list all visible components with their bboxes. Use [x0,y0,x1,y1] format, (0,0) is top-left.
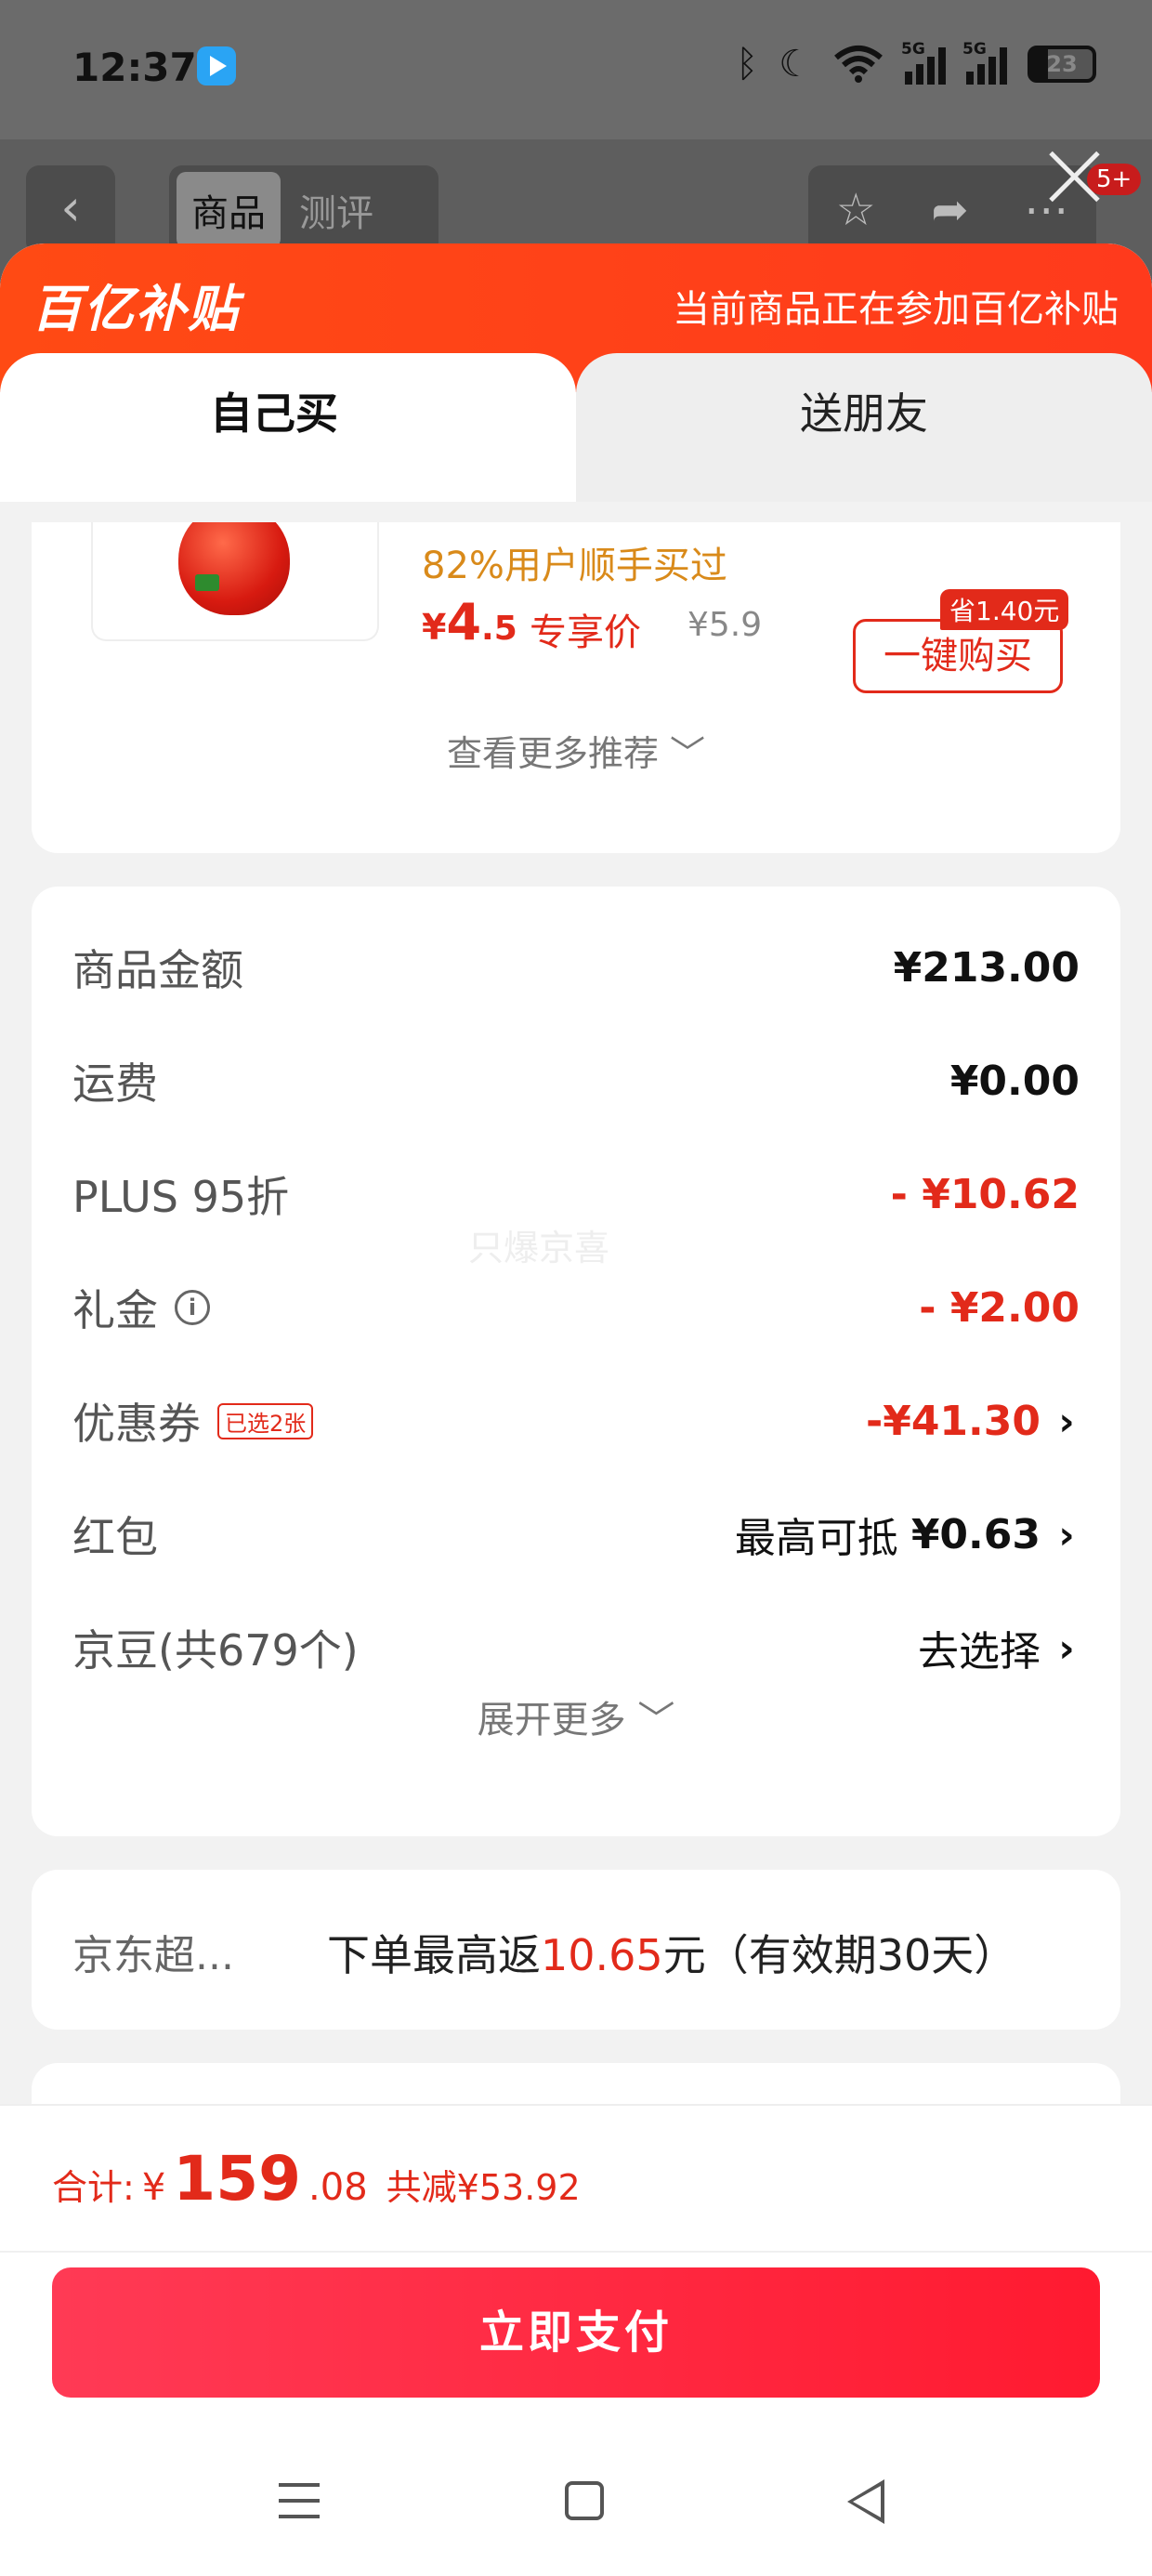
total-symbol: ¥ [141,2166,166,2209]
price-symbol: ¥ [422,607,447,648]
back-button[interactable]: ‹ [26,165,115,255]
chevron-right-icon: › [1058,1398,1075,1444]
row-label: 红包 [72,1512,158,1562]
status-bar: 12:37 ᛒ ☾ 5G 5G 23 [0,0,1152,139]
row-value-prefix: 最高可抵 [734,1515,898,1562]
signal-icon-1: 5G [901,40,946,85]
moon-icon: ☾ [779,43,812,85]
system-navigation [0,2453,1152,2565]
purchase-tabs: 送朋友 自己买 [0,353,1152,502]
wifi-icon [834,46,883,83]
chevron-right-icon: › [1058,1511,1075,1557]
tab-product[interactable]: 商品 [177,172,281,248]
row-label: 京豆(共679个) [72,1625,359,1676]
tomato-image [178,522,290,615]
rebate-text-before: 下单最高返 [327,1930,541,1980]
total-saved: 共减¥53.92 [386,2167,581,2208]
save-badge: 省1.40元 [940,589,1069,630]
one-click-buy-button[interactable]: 一键购买 [853,619,1063,693]
rebate-label: 京东超... [72,1932,234,1979]
rebate-text-after: 元（有效期30天） [662,1930,1017,1980]
subsidy-logo: 百亿补贴 [32,280,240,338]
top-tabs: 商品 测评 [169,165,439,255]
tab-gift[interactable]: 送朋友 [576,353,1152,502]
row-label: 优惠券 [72,1399,201,1449]
back-triangle-icon[interactable] [847,2479,884,2524]
close-icon[interactable] [1046,149,1102,204]
rebate-amount: 10.65 [541,1930,663,1980]
cost-card: 只爆京喜 商品金额 ¥213.00 运费 ¥0.00 PLUS 95折 - ¥1… [32,887,1120,1836]
cost-row-coupon[interactable]: 优惠券 已选2张 -¥41.30 › [72,1388,1080,1453]
battery-icon: 23 [1028,46,1096,83]
row-value: 去选择 [918,1628,1041,1676]
cost-row-red-packet[interactable]: 红包 最高可抵 ¥0.63 › [72,1502,1080,1567]
more-recommendations-link[interactable]: 查看更多推荐 ﹀ [32,725,1120,776]
net-type-2: 5G [962,40,987,59]
share-icon[interactable]: ➦ [931,184,968,236]
original-price: ¥5.9 [687,606,763,644]
star-icon[interactable]: ☆ [836,184,876,236]
product-thumbnail[interactable] [91,522,379,641]
buy-rate-text: 82%用户顺手买过 [422,545,727,587]
row-value: - ¥10.62 [890,1170,1080,1218]
row-label: PLUS 95折 [72,1172,290,1222]
home-icon[interactable] [565,2481,604,2520]
info-icon[interactable]: i [175,1290,210,1325]
tab-self[interactable]: 自己买 [0,353,576,502]
menu-icon[interactable] [279,2483,320,2520]
watermark: 只爆京喜 [468,1228,610,1268]
clock: 12:37 [72,45,197,90]
rebate-text: 下单最高返10.65元（有效期30天） [327,1922,1016,1983]
row-value: ¥0.63 [910,1510,1041,1558]
row-label: 礼金 [72,1285,158,1335]
row-value: -¥41.30 [865,1397,1041,1445]
cost-row-plus: PLUS 95折 - ¥10.62 [72,1162,1080,1227]
cost-row-gift-money: 礼金 i - ¥2.00 [72,1275,1080,1340]
cost-row-jingdou[interactable]: 京豆(共679个) 去选择 › [72,1615,1080,1680]
status-icons: ᛒ ☾ 5G 5G 23 [736,40,1096,85]
total-int: 159 [173,2143,302,2215]
row-value-wrap: 最高可抵 ¥0.63 › [735,1505,1080,1564]
tab-self-label: 自己买 [210,388,338,439]
chevron-right-icon: › [1058,1624,1075,1671]
row-value-wrap: 去选择 › [918,1618,1080,1677]
subsidy-note: 当前商品正在参加百亿补贴 [673,288,1119,331]
cost-row-goods: 商品金额 ¥213.00 [72,935,1080,1000]
price-label: 专享价 [530,611,641,654]
exclusive-price: ¥4.5 [422,593,517,651]
rebate-card: 京东超... 下单最高返10.65元（有效期30天） [32,1870,1120,2030]
row-value: - ¥2.00 [919,1283,1080,1332]
cost-row-shipping: 运费 ¥0.00 [72,1048,1080,1113]
tab-review[interactable]: 测评 [290,172,383,248]
total-label: 合计: [52,2167,135,2208]
coupon-count-tag: 已选2张 [217,1402,314,1439]
signal-icon-2: 5G [962,40,1007,85]
row-label-wrap: 礼金 i [72,1277,210,1338]
row-value: ¥0.00 [949,1057,1080,1105]
row-value-wrap: -¥41.30 › [866,1398,1080,1445]
row-label-wrap: 优惠券 已选2张 [72,1390,314,1452]
expand-more-link[interactable]: 展开更多 ﹀ [32,1689,1120,1743]
net-type-1: 5G [901,40,925,59]
price-int: 4 [446,593,482,651]
total-dec: .08 [308,2166,368,2209]
recommend-card: 82%用户顺手买过 ¥4.5 专享价 ¥5.9 一键购买 省1.40元 查看更多… [32,522,1120,853]
bluetooth-icon: ᛒ [736,43,759,85]
divider [0,2251,1152,2253]
row-value: ¥213.00 [893,943,1080,992]
row-label: 商品金额 [72,945,243,995]
app-notification-icon [197,46,236,85]
total-amount: 合计: ¥159.08 共减¥53.92 [52,2143,581,2215]
price-dec: .5 [481,610,517,648]
row-label: 运费 [72,1058,158,1109]
pay-now-button[interactable]: 立即支付 [52,2267,1100,2398]
